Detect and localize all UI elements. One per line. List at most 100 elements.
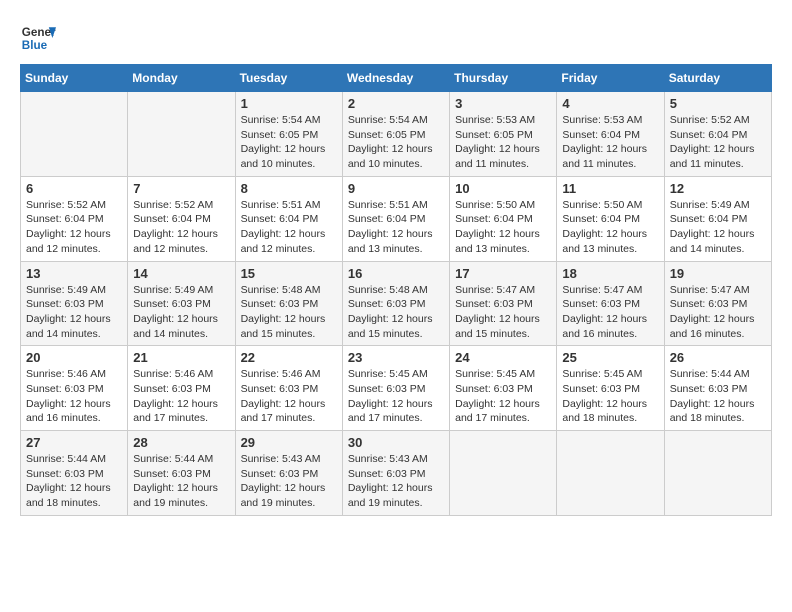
day-info: Sunrise: 5:49 AM Sunset: 6:03 PM Dayligh… [133, 283, 229, 342]
calendar-cell: 14 Sunrise: 5:49 AM Sunset: 6:03 PM Dayli… [128, 261, 235, 346]
day-number: 28 [133, 435, 229, 450]
calendar-cell: 28 Sunrise: 5:44 AM Sunset: 6:03 PM Dayli… [128, 431, 235, 516]
day-info: Sunrise: 5:52 AM Sunset: 6:04 PM Dayligh… [133, 198, 229, 257]
weekday-header-sunday: Sunday [21, 65, 128, 92]
day-info: Sunrise: 5:51 AM Sunset: 6:04 PM Dayligh… [348, 198, 444, 257]
day-number: 3 [455, 96, 551, 111]
calendar-cell: 16 Sunrise: 5:48 AM Sunset: 6:03 PM Dayli… [342, 261, 449, 346]
calendar-cell [21, 92, 128, 177]
day-info: Sunrise: 5:48 AM Sunset: 6:03 PM Dayligh… [241, 283, 337, 342]
day-number: 6 [26, 181, 122, 196]
calendar-cell: 21 Sunrise: 5:46 AM Sunset: 6:03 PM Dayli… [128, 346, 235, 431]
day-number: 19 [670, 266, 766, 281]
day-info: Sunrise: 5:53 AM Sunset: 6:05 PM Dayligh… [455, 113, 551, 172]
day-number: 24 [455, 350, 551, 365]
calendar-cell: 9 Sunrise: 5:51 AM Sunset: 6:04 PM Daylig… [342, 176, 449, 261]
calendar-cell: 23Sunrise: 5:45 AM Sunset: 6:03 PM Dayli… [342, 346, 449, 431]
day-number: 4 [562, 96, 658, 111]
day-number: 17 [455, 266, 551, 281]
day-info: Sunrise: 5:54 AM Sunset: 6:05 PM Dayligh… [241, 113, 337, 172]
weekday-header-tuesday: Tuesday [235, 65, 342, 92]
day-number: 25 [562, 350, 658, 365]
day-info: Sunrise: 5:45 AM Sunset: 6:03 PM Dayligh… [348, 367, 444, 426]
day-number: 8 [241, 181, 337, 196]
day-info: Sunrise: 5:51 AM Sunset: 6:04 PM Dayligh… [241, 198, 337, 257]
day-number: 26 [670, 350, 766, 365]
day-number: 9 [348, 181, 444, 196]
day-number: 13 [26, 266, 122, 281]
weekday-header-monday: Monday [128, 65, 235, 92]
calendar-cell: 3 Sunrise: 5:53 AM Sunset: 6:05 PM Daylig… [450, 92, 557, 177]
calendar-cell: 10 Sunrise: 5:50 AM Sunset: 6:04 PM Dayli… [450, 176, 557, 261]
calendar-cell: 18Sunrise: 5:47 AM Sunset: 6:03 PM Dayli… [557, 261, 664, 346]
day-info: Sunrise: 5:49 AM Sunset: 6:04 PM Dayligh… [670, 198, 766, 257]
calendar-cell: 1 Sunrise: 5:54 AM Sunset: 6:05 PM Daylig… [235, 92, 342, 177]
calendar-cell: 26 Sunrise: 5:44 AM Sunset: 6:03 PM Dayli… [664, 346, 771, 431]
calendar-cell: 11 Sunrise: 5:50 AM Sunset: 6:04 PM Dayli… [557, 176, 664, 261]
day-info: Sunrise: 5:45 AM Sunset: 6:03 PM Dayligh… [562, 367, 658, 426]
day-number: 14 [133, 266, 229, 281]
calendar-cell: 29 Sunrise: 5:43 AM Sunset: 6:03 PM Dayli… [235, 431, 342, 516]
day-info: Sunrise: 5:52 AM Sunset: 6:04 PM Dayligh… [670, 113, 766, 172]
calendar-cell [450, 431, 557, 516]
day-number: 15 [241, 266, 337, 281]
day-number: 22 [241, 350, 337, 365]
calendar-cell: 15 Sunrise: 5:48 AM Sunset: 6:03 PM Dayli… [235, 261, 342, 346]
calendar: SundayMondayTuesdayWednesdayThursdayFrid… [20, 64, 772, 516]
weekday-header-friday: Friday [557, 65, 664, 92]
day-info: Sunrise: 5:47 AM Sunset: 6:03 PM Dayligh… [670, 283, 766, 342]
calendar-cell: 13 Sunrise: 5:49 AM Sunset: 6:03 PM Dayli… [21, 261, 128, 346]
weekday-header-thursday: Thursday [450, 65, 557, 92]
logo-icon: General Blue [20, 20, 56, 56]
day-number: 2 [348, 96, 444, 111]
calendar-cell: 2Sunrise: 5:54 AM Sunset: 6:05 PM Daylig… [342, 92, 449, 177]
day-number: 21 [133, 350, 229, 365]
calendar-cell: 4Sunrise: 5:53 AM Sunset: 6:04 PM Daylig… [557, 92, 664, 177]
day-number: 1 [241, 96, 337, 111]
day-info: Sunrise: 5:47 AM Sunset: 6:03 PM Dayligh… [455, 283, 551, 342]
calendar-cell: 17 Sunrise: 5:47 AM Sunset: 6:03 PM Dayli… [450, 261, 557, 346]
day-info: Sunrise: 5:50 AM Sunset: 6:04 PM Dayligh… [562, 198, 658, 257]
day-number: 29 [241, 435, 337, 450]
calendar-cell: 20 Sunrise: 5:46 AM Sunset: 6:03 PM Dayli… [21, 346, 128, 431]
day-info: Sunrise: 5:44 AM Sunset: 6:03 PM Dayligh… [670, 367, 766, 426]
day-number: 30 [348, 435, 444, 450]
calendar-cell: 24 Sunrise: 5:45 AM Sunset: 6:03 PM Dayli… [450, 346, 557, 431]
day-number: 7 [133, 181, 229, 196]
day-info: Sunrise: 5:46 AM Sunset: 6:03 PM Dayligh… [26, 367, 122, 426]
day-info: Sunrise: 5:46 AM Sunset: 6:03 PM Dayligh… [133, 367, 229, 426]
calendar-cell: 19 Sunrise: 5:47 AM Sunset: 6:03 PM Dayli… [664, 261, 771, 346]
calendar-cell: 27 Sunrise: 5:44 AM Sunset: 6:03 PM Dayli… [21, 431, 128, 516]
day-info: Sunrise: 5:52 AM Sunset: 6:04 PM Dayligh… [26, 198, 122, 257]
day-info: Sunrise: 5:44 AM Sunset: 6:03 PM Dayligh… [133, 452, 229, 511]
day-info: Sunrise: 5:49 AM Sunset: 6:03 PM Dayligh… [26, 283, 122, 342]
calendar-cell: 7 Sunrise: 5:52 AM Sunset: 6:04 PM Daylig… [128, 176, 235, 261]
calendar-cell: 8 Sunrise: 5:51 AM Sunset: 6:04 PM Daylig… [235, 176, 342, 261]
day-info: Sunrise: 5:43 AM Sunset: 6:03 PM Dayligh… [348, 452, 444, 511]
day-info: Sunrise: 5:46 AM Sunset: 6:03 PM Dayligh… [241, 367, 337, 426]
day-number: 11 [562, 181, 658, 196]
day-info: Sunrise: 5:48 AM Sunset: 6:03 PM Dayligh… [348, 283, 444, 342]
day-number: 20 [26, 350, 122, 365]
calendar-cell: 22 Sunrise: 5:46 AM Sunset: 6:03 PM Dayli… [235, 346, 342, 431]
day-number: 5 [670, 96, 766, 111]
day-info: Sunrise: 5:43 AM Sunset: 6:03 PM Dayligh… [241, 452, 337, 511]
calendar-cell: 12Sunrise: 5:49 AM Sunset: 6:04 PM Dayli… [664, 176, 771, 261]
day-info: Sunrise: 5:50 AM Sunset: 6:04 PM Dayligh… [455, 198, 551, 257]
day-number: 10 [455, 181, 551, 196]
weekday-header-wednesday: Wednesday [342, 65, 449, 92]
calendar-cell [128, 92, 235, 177]
calendar-cell: 5 Sunrise: 5:52 AM Sunset: 6:04 PM Daylig… [664, 92, 771, 177]
calendar-cell [664, 431, 771, 516]
day-info: Sunrise: 5:44 AM Sunset: 6:03 PM Dayligh… [26, 452, 122, 511]
day-info: Sunrise: 5:45 AM Sunset: 6:03 PM Dayligh… [455, 367, 551, 426]
day-number: 16 [348, 266, 444, 281]
calendar-cell: 6 Sunrise: 5:52 AM Sunset: 6:04 PM Daylig… [21, 176, 128, 261]
logo: General Blue [20, 20, 56, 56]
svg-text:Blue: Blue [22, 39, 48, 52]
weekday-header-saturday: Saturday [664, 65, 771, 92]
day-number: 18 [562, 266, 658, 281]
calendar-cell: 25 Sunrise: 5:45 AM Sunset: 6:03 PM Dayli… [557, 346, 664, 431]
calendar-cell: 30 Sunrise: 5:43 AM Sunset: 6:03 PM Dayli… [342, 431, 449, 516]
day-number: 27 [26, 435, 122, 450]
